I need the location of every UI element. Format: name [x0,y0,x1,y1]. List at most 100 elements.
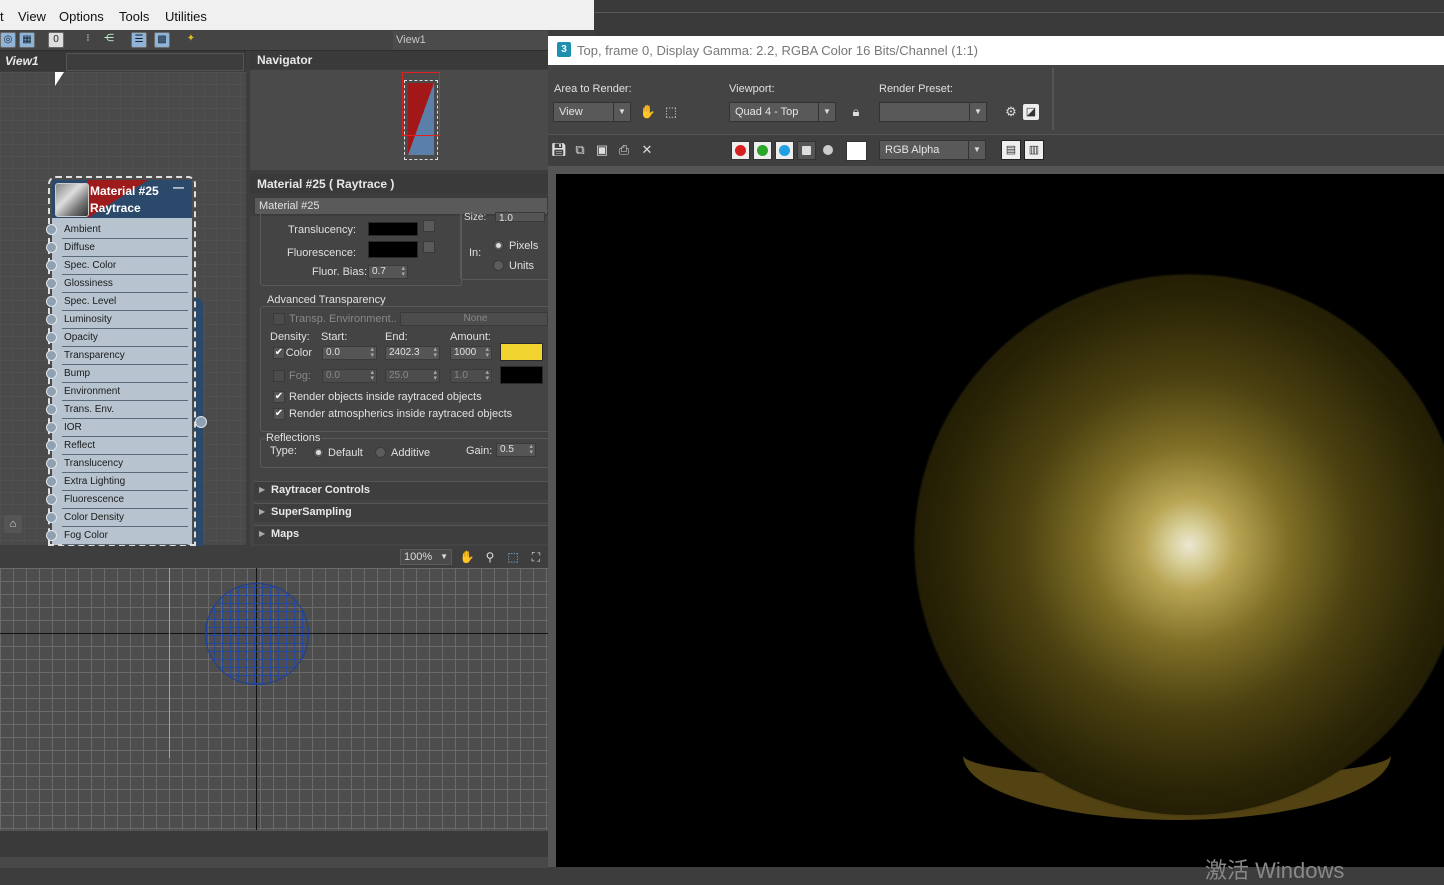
select-tool-icon[interactable]: ◎ [0,32,16,48]
toggle-ui-overlay-icon[interactable]: ▤ [1001,140,1021,160]
red-channel-button[interactable] [731,141,750,160]
input-socket[interactable] [46,386,57,397]
pixels-radio[interactable] [493,240,504,251]
menu-item-view[interactable]: View [18,9,46,24]
translucency-map-button[interactable] [423,220,435,232]
toggle-ui-icon[interactable]: ▥ [1024,140,1044,160]
fog-end-spinner[interactable]: 25.0 ▴ ▾ [385,369,440,383]
input-socket[interactable] [46,332,57,343]
input-socket[interactable] [46,494,57,505]
input-socket[interactable] [46,368,57,379]
background-color-swatch[interactable] [846,141,867,161]
auto-region-icon[interactable]: ⬚ [661,102,681,122]
color-density-checkbox[interactable]: ✔ [273,347,285,359]
size-spinner[interactable]: 1.0 [495,212,545,224]
input-socket[interactable] [46,458,57,469]
viewport-dropdown[interactable]: Quad 4 - Top ▼ [729,102,836,122]
node-slot-spec-level[interactable]: Spec. Level [46,293,192,311]
render-preset-dropdown[interactable]: ▼ [879,102,987,122]
binoculars-icon[interactable]: ⌂ [4,515,22,533]
menu-item-tools[interactable]: Tools [119,9,149,24]
save-image-icon[interactable]: 💾︎ [549,140,569,160]
translucency-swatch[interactable] [368,222,418,236]
input-socket[interactable] [46,512,57,523]
monochrome-icon[interactable] [823,145,833,155]
node-slot-fog-color[interactable]: Fog Color [46,527,192,545]
environment-effects-icon[interactable]: ◪ [1023,104,1039,120]
fog-start-spinner[interactable]: 0.0 ▴ ▾ [322,369,377,383]
material-node-header[interactable]: Material #25 Raytrace — [52,180,192,218]
input-socket[interactable] [46,260,57,271]
node-output-socket[interactable] [195,416,207,428]
node-slot-bump[interactable]: Bump [46,365,192,383]
channel-display-dropdown[interactable]: RGB Alpha ▼ [879,140,986,160]
navigator-panel[interactable] [250,70,548,170]
input-socket[interactable] [46,224,57,235]
render-objects-checkbox[interactable]: ✔ [273,391,285,403]
input-socket[interactable] [46,404,57,415]
alpha-channel-button[interactable] [797,141,816,160]
rollout-raytracer-controls[interactable]: ▶ Raytracer Controls [254,481,548,500]
edit-region-icon[interactable]: ✋ [638,102,658,122]
fluor-bias-spinner[interactable]: 0.7 ▴ ▾ [368,265,408,279]
fog-color-swatch[interactable] [500,366,543,384]
input-socket[interactable] [46,350,57,361]
node-slot-color-density[interactable]: Color Density [46,509,192,527]
node-slot-spec-color[interactable]: Spec. Color [46,257,192,275]
menu-item-utilities[interactable]: Utilities [165,9,207,24]
input-socket[interactable] [46,422,57,433]
pick-material-icon[interactable]: ▦ [19,32,35,48]
input-socket[interactable] [46,278,57,289]
transp-env-checkbox[interactable] [273,313,285,325]
default-radio[interactable] [313,447,324,458]
additive-radio[interactable] [375,447,386,458]
layout-children-icon[interactable]: ⋲ [101,32,117,48]
blue-channel-button[interactable] [775,141,794,160]
node-slot-transparency[interactable]: Transparency [46,347,192,365]
node-slot-extra-lighting[interactable]: Extra Lighting [46,473,192,491]
node-slot-luminosity[interactable]: Luminosity [46,311,192,329]
zoom-region-icon[interactable]: ⬚ [505,549,521,565]
fluorescence-map-button[interactable] [423,241,435,253]
node-slot-glossiness[interactable]: Glossiness [46,275,192,293]
layout-icon[interactable]: ⁝ [80,32,96,48]
zoom-extents-icon[interactable]: ⛶ [528,549,544,565]
node-slot-trans-env[interactable]: Trans. Env. [46,401,192,419]
input-socket[interactable] [46,440,57,451]
input-socket[interactable] [46,314,57,325]
rollout-supersampling[interactable]: ▶ SuperSampling [254,503,548,522]
input-socket[interactable] [46,242,57,253]
units-radio[interactable] [493,260,504,271]
clone-window-icon[interactable]: ▣ [592,140,612,160]
view-tab[interactable]: View1 [393,31,548,50]
green-channel-button[interactable] [753,141,772,160]
show-map-icon[interactable]: ☰ [131,32,147,48]
node-slot-opacity[interactable]: Opacity [46,329,192,347]
node-slot-fluorescence[interactable]: Fluorescence [46,491,192,509]
clear-icon[interactable]: ✕ [637,140,657,160]
fog-checkbox[interactable] [273,370,285,382]
node-slot-ambient[interactable]: Ambient [46,221,192,239]
lock-icon[interactable]: 🔒︎ [846,102,866,122]
node-slot-environment[interactable]: Environment [46,383,192,401]
input-socket[interactable] [46,476,57,487]
render-setup-icon[interactable]: ⚙ [1001,102,1021,122]
print-image-icon[interactable]: ⎙ [614,140,634,160]
color-end-spinner[interactable]: 2402.3 ▴ ▾ [385,346,440,360]
menu-item-options[interactable]: Options [59,9,104,24]
node-minimize-button[interactable]: — [173,182,184,194]
input-socket[interactable] [46,296,57,307]
background-icon[interactable]: ▩ [154,32,170,48]
node-slot-translucency[interactable]: Translucency [46,455,192,473]
color-density-swatch[interactable] [500,343,543,361]
node-slot-diffuse[interactable]: Diffuse [46,239,192,257]
sphere-wireframe[interactable] [205,583,309,685]
color-amount-spinner[interactable]: 1000 ▴ ▾ [450,346,492,360]
rollout-maps[interactable]: ▶ Maps [254,525,548,544]
fluorescence-swatch[interactable] [368,241,418,258]
zoom-icon[interactable]: ⚲ [482,549,498,565]
assign-material-icon[interactable]: 0 [48,32,64,48]
fog-amount-spinner[interactable]: 1.0 ▴ ▾ [450,369,492,383]
view-name-field[interactable] [66,53,244,71]
color-start-spinner[interactable]: 0.0 ▴ ▾ [322,346,377,360]
